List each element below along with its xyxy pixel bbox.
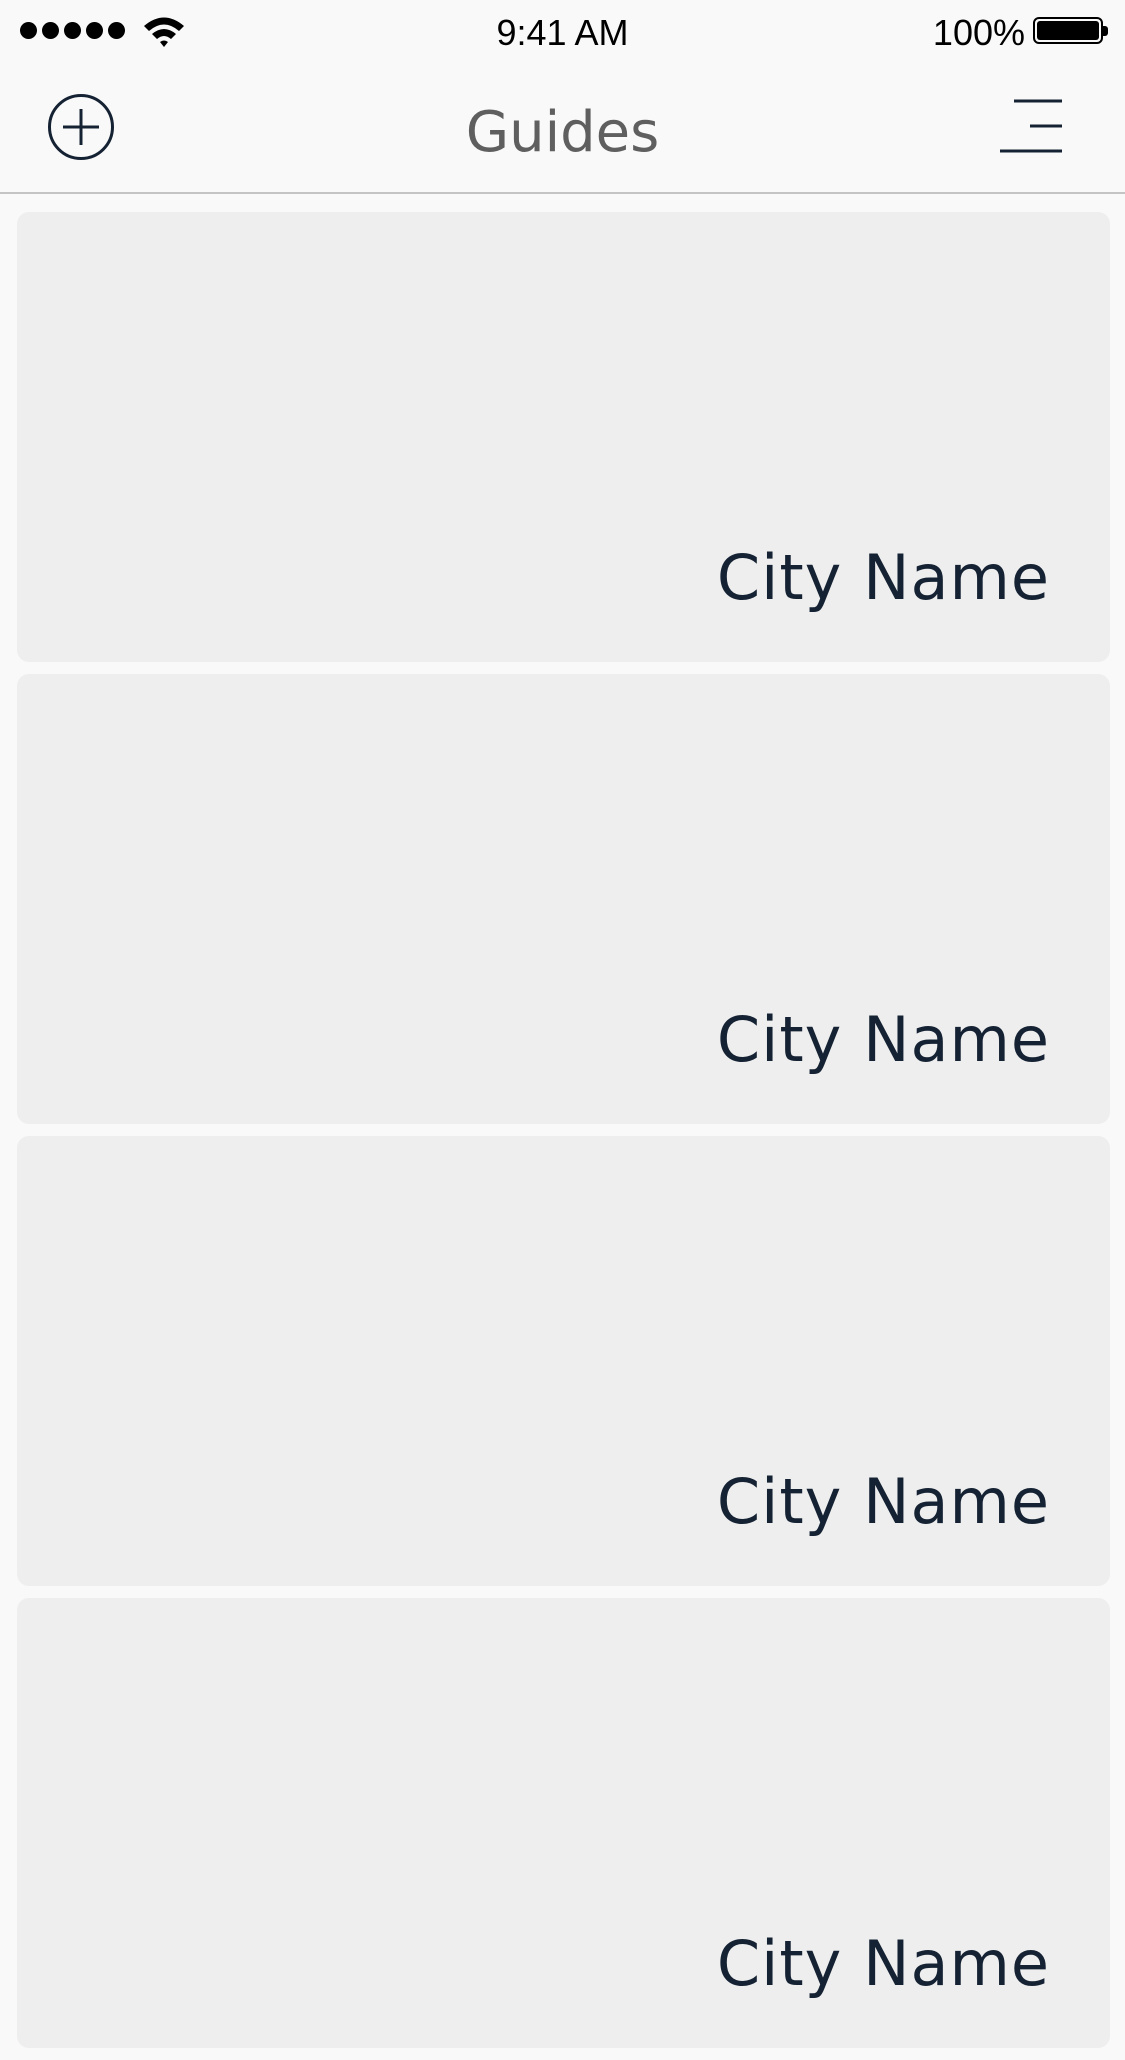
guide-card[interactable]: City Name <box>17 1598 1110 2048</box>
status-bar: 9:41 AM 100% <box>0 0 1125 70</box>
guide-city-name: City Name <box>716 1465 1050 1538</box>
guide-card[interactable]: City Name <box>17 1136 1110 1586</box>
battery-icon <box>1033 17 1108 44</box>
page-title: Guides <box>465 100 660 165</box>
menu-icon[interactable] <box>1000 98 1062 154</box>
guide-card[interactable]: City Name <box>17 674 1110 1124</box>
guide-city-name: City Name <box>716 541 1050 614</box>
battery-percent: 100% <box>932 12 1025 53</box>
guide-city-name: City Name <box>716 1927 1050 2000</box>
guide-list: City Name City Name City Name City Name <box>17 212 1110 2060</box>
guide-card[interactable]: City Name <box>17 212 1110 662</box>
guide-city-name: City Name <box>716 1003 1050 1076</box>
nav-bar: Guides <box>0 70 1125 194</box>
